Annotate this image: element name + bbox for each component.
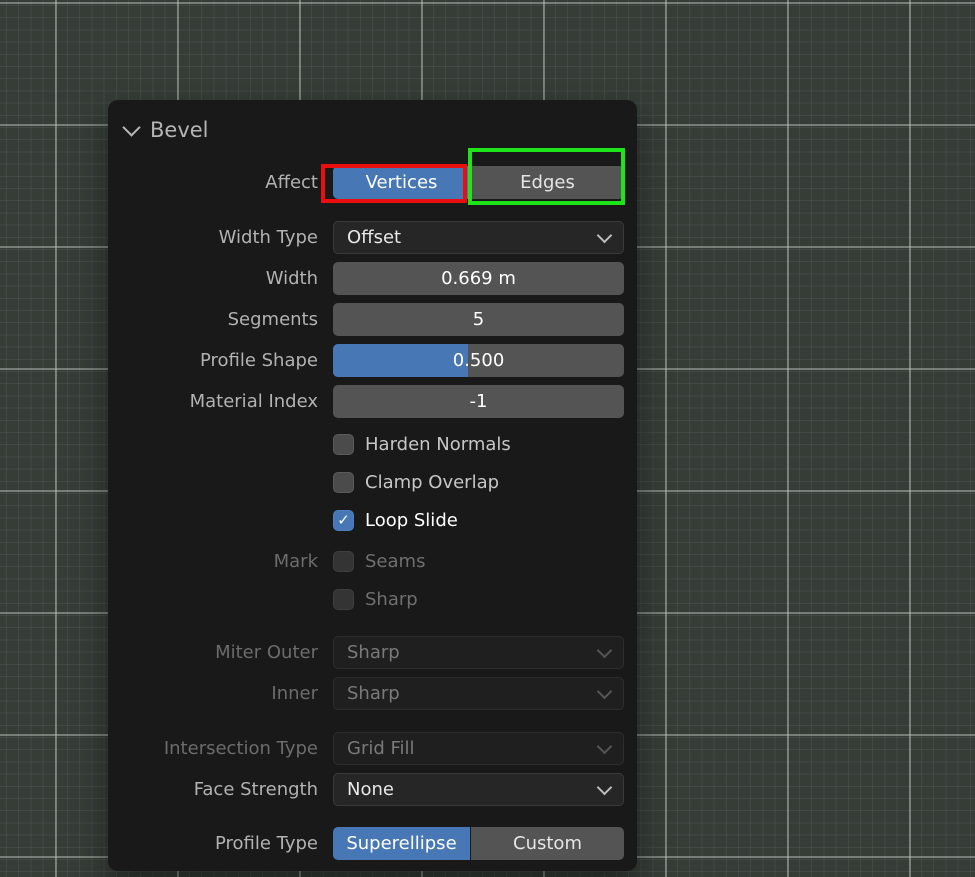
chevron-down-icon <box>596 227 613 243</box>
miter-outer-row: Miter Outer Sharp <box>123 636 624 669</box>
seams-checkbox <box>333 550 354 572</box>
face-strength-label: Face Strength <box>193 779 318 800</box>
width-type-dropdown[interactable]: Offset <box>333 221 624 254</box>
width-label: Width <box>265 268 318 289</box>
affect-edges-button[interactable]: Edges <box>471 166 624 199</box>
harden-normals-row: Harden Normals <box>123 432 624 456</box>
chevron-down-icon <box>596 683 613 699</box>
harden-normals-label: Harden Normals <box>365 433 511 455</box>
panel-title: Bevel <box>150 118 209 142</box>
bevel-modifier-panel: Bevel Affect Vertices Edges Width Type O… <box>108 100 637 871</box>
profile-type-row: Profile Type Superellipse Custom <box>123 827 624 860</box>
miter-inner-dropdown: Sharp <box>333 677 624 710</box>
segments-value: 5 <box>472 309 485 330</box>
face-strength-value: None <box>347 779 394 800</box>
chevron-down-icon <box>596 642 613 658</box>
profile-type-superellipse-button[interactable]: Superellipse <box>333 827 470 860</box>
affect-vertices-button[interactable]: Vertices <box>333 166 470 199</box>
mark-sharp-row: Sharp <box>123 587 624 611</box>
segments-row: Segments 5 <box>123 303 624 336</box>
affect-label: Affect <box>265 172 318 193</box>
loop-slide-row: ✓ Loop Slide <box>123 508 624 532</box>
clamp-overlap-label: Clamp Overlap <box>365 471 500 493</box>
chevron-down-icon <box>596 779 613 795</box>
affect-row: Affect Vertices Edges <box>123 148 625 205</box>
mark-seams-row: Mark Seams <box>123 549 624 573</box>
miter-outer-dropdown: Sharp <box>333 636 624 669</box>
profile-type-custom-button[interactable]: Custom <box>471 827 624 860</box>
miter-outer-label: Miter Outer <box>215 642 318 663</box>
face-strength-dropdown[interactable]: None <box>333 773 624 806</box>
segments-field[interactable]: 5 <box>333 303 624 336</box>
profile-shape-slider[interactable]: 0.500 <box>333 344 624 377</box>
profile-shape-row: Profile Shape 0.500 <box>123 344 624 377</box>
slider-fill <box>333 344 469 377</box>
harden-normals-checkbox[interactable] <box>333 433 354 455</box>
material-index-value: -1 <box>469 391 488 412</box>
profile-shape-label: Profile Shape <box>199 350 318 371</box>
width-field[interactable]: 0.669 m <box>333 262 624 295</box>
mark-label: Mark <box>273 550 318 572</box>
width-row: Width 0.669 m <box>123 262 624 295</box>
inner-label: Inner <box>271 683 318 704</box>
loop-slide-checkbox[interactable]: ✓ <box>333 509 354 531</box>
sharp-checkbox <box>333 588 354 610</box>
loop-slide-label: Loop Slide <box>365 509 458 531</box>
inner-value: Sharp <box>347 683 400 704</box>
segments-label: Segments <box>227 309 318 330</box>
profile-shape-value: 0.500 <box>452 350 505 371</box>
chevron-down-icon <box>122 117 141 137</box>
face-strength-row: Face Strength None <box>123 773 624 806</box>
width-type-value: Offset <box>347 227 402 248</box>
intersection-type-value: Grid Fill <box>347 738 415 759</box>
affect-segmented-control: Vertices Edges <box>321 148 625 205</box>
seams-label: Seams <box>365 550 426 572</box>
sharp-label: Sharp <box>365 588 418 610</box>
panel-header-bevel[interactable]: Bevel <box>122 100 624 144</box>
profile-type-label: Profile Type <box>214 833 318 854</box>
intersection-type-dropdown: Grid Fill <box>333 732 624 765</box>
viewport-3d-grid[interactable]: Bevel Affect Vertices Edges Width Type O… <box>0 0 975 877</box>
width-value: 0.669 m <box>441 268 516 289</box>
chevron-down-icon <box>596 738 613 754</box>
material-index-label: Material Index <box>189 391 318 412</box>
width-type-label: Width Type <box>218 227 318 248</box>
clamp-overlap-checkbox[interactable] <box>333 471 354 493</box>
profile-type-segmented-control: Superellipse Custom <box>333 827 624 860</box>
checkmark-icon: ✓ <box>337 510 350 529</box>
material-index-row: Material Index -1 <box>123 385 624 418</box>
miter-inner-row: Inner Sharp <box>123 677 624 710</box>
intersection-type-row: Intersection Type Grid Fill <box>123 732 624 765</box>
clamp-overlap-row: Clamp Overlap <box>123 470 624 494</box>
miter-outer-value: Sharp <box>347 642 400 663</box>
material-index-field[interactable]: -1 <box>333 385 624 418</box>
width-type-row: Width Type Offset <box>123 221 624 254</box>
intersection-type-label: Intersection Type <box>163 738 318 759</box>
